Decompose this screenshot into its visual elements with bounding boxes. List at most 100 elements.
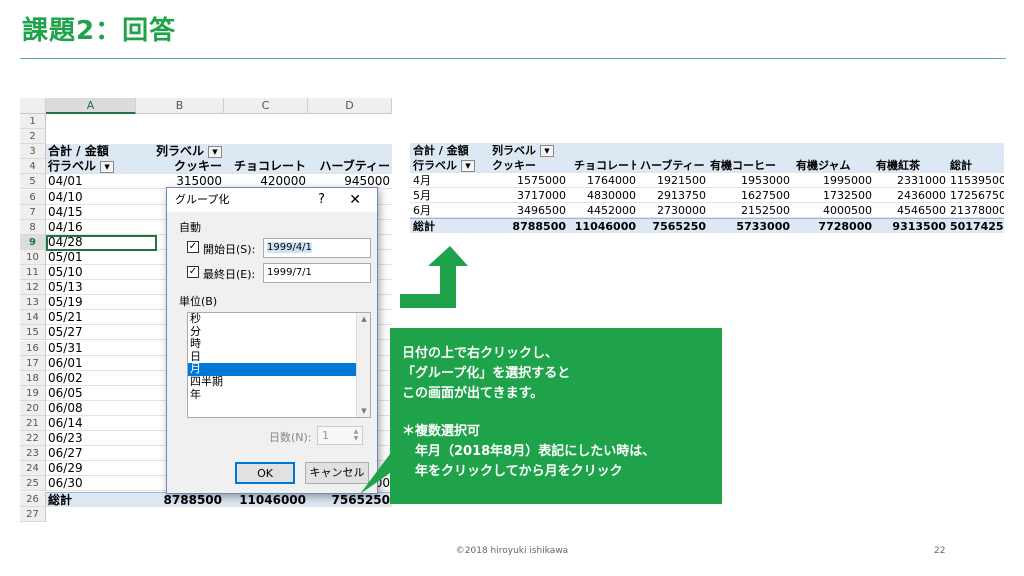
scroll-down-icon[interactable]: ▼	[357, 405, 371, 417]
cell[interactable]: 04/01	[48, 174, 134, 189]
pivot-cell[interactable]: 3717000	[492, 188, 566, 203]
pivot-cell[interactable]: 1953000	[710, 173, 790, 188]
end-checkbox-icon[interactable]: ✓	[187, 266, 199, 278]
cell[interactable]: 06/01	[48, 356, 134, 371]
cell[interactable]: 05/27	[48, 325, 134, 340]
dialog-titlebar[interactable]: グループ化 ? ✕	[167, 188, 377, 212]
listbox-scrollbar[interactable]: ▲ ▼	[356, 313, 370, 417]
cell[interactable]: 04/10	[48, 190, 134, 205]
cell[interactable]: 総計	[48, 493, 134, 508]
days-spinner-icon[interactable]: ▲ ▼	[351, 428, 361, 443]
row-header[interactable]: 22	[20, 431, 46, 447]
pivot-cell[interactable]: 有機ジャム	[796, 158, 872, 173]
row-header[interactable]: 19	[20, 385, 46, 401]
unit-option[interactable]: 四半期	[188, 375, 356, 389]
row-header[interactable]: 2	[20, 129, 46, 145]
cell[interactable]: 7565250	[308, 493, 390, 508]
row-header[interactable]: 17	[20, 355, 46, 371]
row-header[interactable]: 26	[20, 491, 46, 507]
row-header[interactable]: 7	[20, 204, 46, 220]
row-header[interactable]: 11	[20, 265, 46, 281]
row-header[interactable]: 1	[20, 114, 46, 130]
row-header[interactable]: 12	[20, 280, 46, 296]
pivot-cell[interactable]: 総計	[950, 158, 1004, 173]
pivot-cell[interactable]: ハーブティー	[640, 158, 706, 173]
pivot-cell[interactable]: 9313500	[876, 219, 946, 234]
pivot-cell[interactable]: 21378000	[950, 203, 1004, 218]
row-header[interactable]: 18	[20, 370, 46, 386]
cell[interactable]: 8788500	[136, 493, 222, 508]
close-icon[interactable]: ✕	[349, 188, 361, 212]
column-header-a[interactable]: A	[46, 98, 136, 114]
row-header[interactable]: 5	[20, 174, 46, 190]
cell[interactable]: チョコレート	[224, 159, 306, 174]
pivot-cell[interactable]: 有機紅茶	[876, 158, 946, 173]
days-input[interactable]: 1 ▲ ▼	[317, 426, 363, 445]
row-header[interactable]: 6	[20, 189, 46, 205]
pivot-cell[interactable]: 11046000	[574, 219, 636, 234]
cell[interactable]: 列ラベル ▼	[136, 144, 222, 159]
row-header[interactable]: 20	[20, 400, 46, 416]
dropdown-icon[interactable]: ▼	[100, 160, 115, 173]
cell[interactable]: 06/27	[48, 446, 134, 461]
cell[interactable]: クッキー	[136, 159, 222, 174]
row-header[interactable]: 25	[20, 476, 46, 492]
pivot-cell[interactable]: 4452000	[574, 203, 636, 218]
pivot-cell[interactable]: 総計	[413, 219, 489, 234]
cell[interactable]: ハーブティー	[308, 159, 390, 174]
pivot-cell[interactable]: 5月	[413, 188, 489, 203]
pivot-cell[interactable]: 3496500	[492, 203, 566, 218]
pivot-cell[interactable]: 4000500	[796, 203, 872, 218]
cell[interactable]: 11046000	[224, 493, 306, 508]
pivot-cell[interactable]: 11539500	[950, 173, 1004, 188]
end-date-input[interactable]: 1999/7/1	[263, 263, 371, 283]
row-header[interactable]: 10	[20, 249, 46, 265]
unit-option[interactable]: 秒	[188, 312, 356, 326]
dropdown-icon[interactable]: ▼	[540, 145, 554, 157]
start-date-input[interactable]: 1999/4/1	[263, 238, 371, 258]
pivot-cell[interactable]: 17256750	[950, 188, 1004, 203]
cell[interactable]: 05/31	[48, 341, 134, 356]
cell[interactable]: 行ラベル ▼	[48, 159, 134, 174]
unit-option[interactable]: 年	[188, 388, 356, 402]
unit-listbox[interactable]: 秒分時日月四半期年 ▲ ▼	[187, 312, 371, 418]
cell[interactable]: 05/19	[48, 295, 134, 310]
pivot-cell[interactable]: 8788500	[492, 219, 566, 234]
pivot-cell[interactable]: 2331000	[876, 173, 946, 188]
pivot-cell[interactable]: 1995000	[796, 173, 872, 188]
start-checkbox-icon[interactable]: ✓	[187, 241, 199, 253]
cell[interactable]: 04/15	[48, 205, 134, 220]
dropdown-icon[interactable]: ▼	[208, 145, 222, 158]
pivot-cell[interactable]: 行ラベル ▼	[413, 158, 489, 173]
column-header-b[interactable]: B	[136, 98, 224, 114]
pivot-cell[interactable]: 7728000	[796, 219, 872, 234]
pivot-cell[interactable]: 2152500	[710, 203, 790, 218]
cell[interactable]: 05/21	[48, 310, 134, 325]
cell[interactable]: 06/02	[48, 371, 134, 386]
unit-option[interactable]: 分	[188, 325, 356, 339]
pivot-cell[interactable]: 7565250	[640, 219, 706, 234]
pivot-cell[interactable]: 2730000	[640, 203, 706, 218]
pivot-cell[interactable]: 1627500	[710, 188, 790, 203]
row-header[interactable]: 23	[20, 446, 46, 462]
pivot-cell[interactable]: 6月	[413, 203, 489, 218]
dropdown-icon[interactable]: ▼	[461, 160, 475, 172]
cell[interactable]: 04/16	[48, 220, 134, 235]
pivot-cell[interactable]: 5733000	[710, 219, 790, 234]
pivot-cell[interactable]: 4月	[413, 173, 489, 188]
pivot-cell[interactable]: 1921500	[640, 173, 706, 188]
cell[interactable]: 合計 / 金額	[48, 144, 134, 159]
cell[interactable]: 06/29	[48, 461, 134, 476]
cell[interactable]: 06/23	[48, 431, 134, 446]
help-button[interactable]: ?	[318, 188, 325, 212]
column-header-c[interactable]: C	[224, 98, 308, 114]
cell[interactable]: 04/28	[48, 235, 134, 250]
pivot-cell[interactable]: 2913750	[640, 188, 706, 203]
cell[interactable]: 05/01	[48, 250, 134, 265]
row-header[interactable]: 3	[20, 144, 46, 160]
pivot-cell[interactable]: 1575000	[492, 173, 566, 188]
result-pivot-table[interactable]: 合計 / 金額 列ラベル ▼ 行ラベル ▼ クッキー チョコレート ハーブティー 有機コーヒ…	[410, 143, 1004, 233]
pivot-cell[interactable]: 有機コーヒー	[710, 158, 790, 173]
cell[interactable]: 05/13	[48, 280, 134, 295]
row-header[interactable]: 14	[20, 310, 46, 326]
